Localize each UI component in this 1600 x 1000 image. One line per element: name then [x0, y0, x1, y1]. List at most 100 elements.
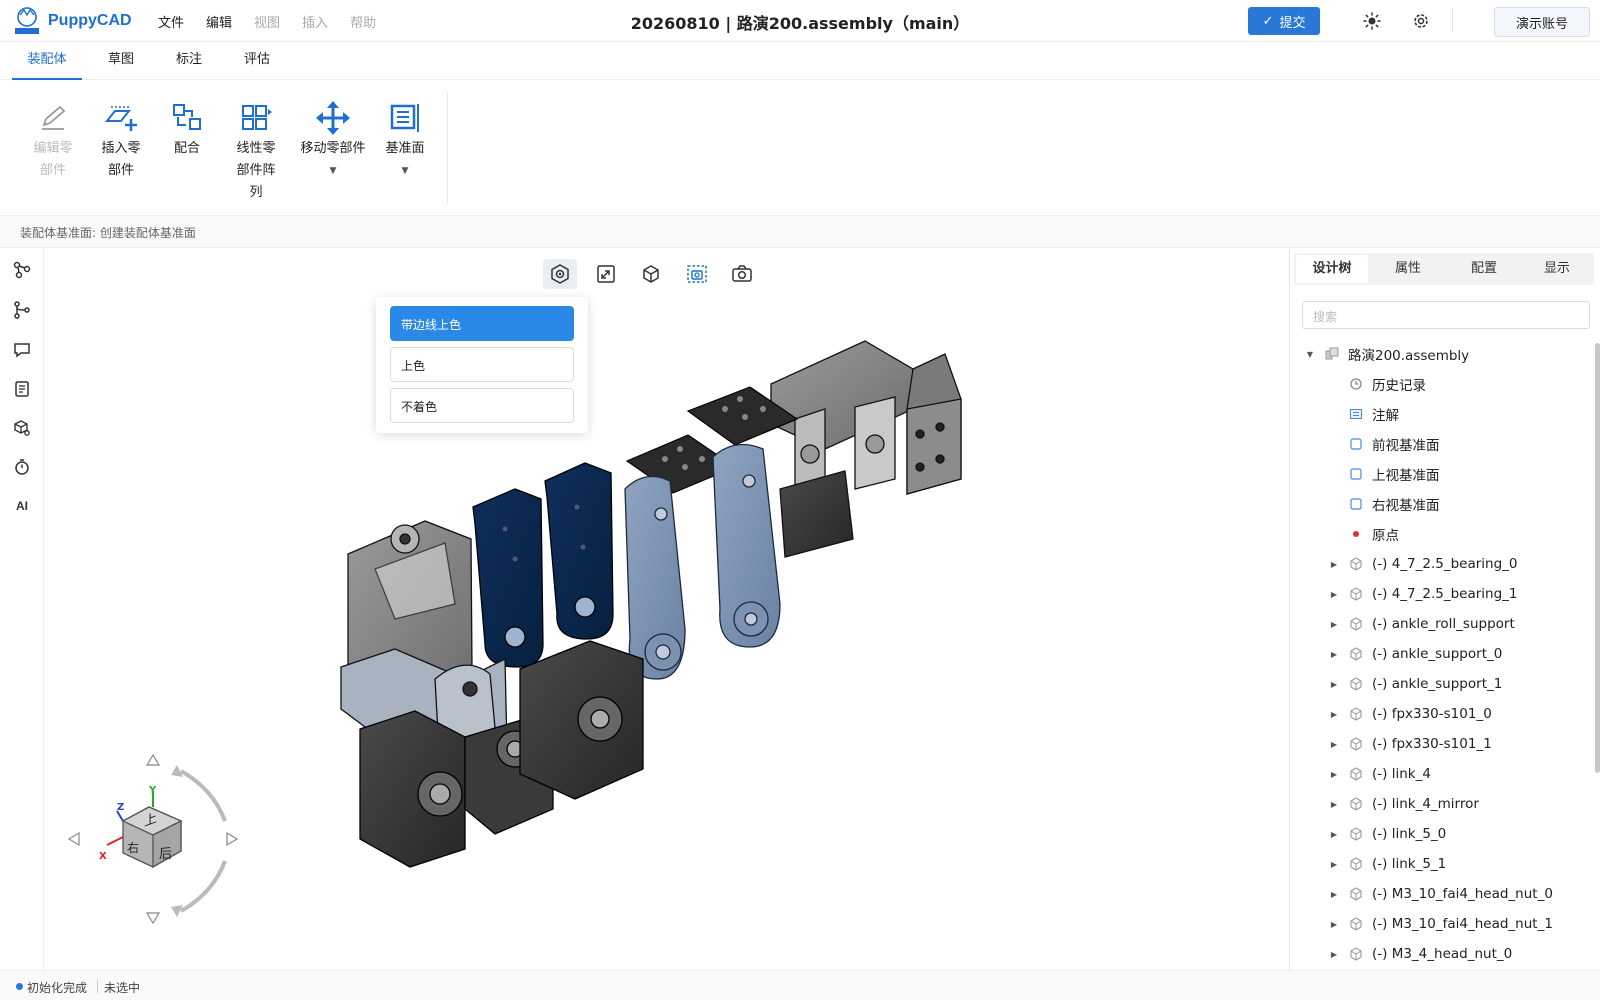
tree-part-item[interactable]: ▶ (-) link_5_1 — [1328, 853, 1446, 875]
tree-item-right-plane[interactable]: 右视基准面 — [1348, 493, 1440, 515]
tree-part-item[interactable]: ▶ (-) 4_7_2.5_bearing_1 — [1328, 583, 1518, 605]
tree-part-item[interactable]: ▶ (-) 4_7_2.5_bearing_0 — [1328, 553, 1518, 575]
menu-view[interactable]: 视图 — [254, 12, 280, 31]
tree-part-item[interactable]: ▶ (-) M3_10_fai4_head_nut_1 — [1328, 913, 1553, 935]
3d-viewport[interactable]: 带边线上色 上色 不着色 上 后 右 X Y Z — [45, 249, 1286, 970]
edit-part-label: 编辑零部件 — [33, 141, 73, 178]
status-indicator-icon — [16, 983, 23, 990]
part-component-icon — [1348, 676, 1364, 692]
link-4-parts[interactable] — [472, 462, 614, 668]
tree-part-item[interactable]: ▶ (-) M3_4_head_nut_0 — [1328, 943, 1512, 965]
tree-item-label: 原点 — [1372, 528, 1399, 544]
expand-arrow-icon[interactable]: ▶ — [1328, 560, 1340, 569]
tab-display[interactable]: 显示 — [1522, 255, 1592, 283]
expand-arrow-icon[interactable]: ▶ — [1328, 740, 1340, 749]
collapse-arrow-icon[interactable]: ▼ — [1304, 350, 1316, 359]
expand-arrow-icon[interactable]: ▶ — [1328, 770, 1340, 779]
tree-part-item[interactable]: ▶ (-) link_4_mirror — [1328, 793, 1479, 815]
move-part-label: 移动零部件 — [300, 141, 366, 156]
tree-item-label: 上视基准面 — [1372, 468, 1440, 484]
expand-arrow-icon[interactable]: ▶ — [1328, 830, 1340, 839]
expand-arrow-icon[interactable]: ▶ — [1328, 710, 1340, 719]
selection-status: 未选中 — [104, 981, 141, 995]
tree-item-front-plane[interactable]: 前视基准面 — [1348, 433, 1440, 455]
view-navigation-cube[interactable]: 上 后 右 X Y Z — [63, 749, 253, 929]
linear-pattern-button[interactable]: 线性零部件阵列 — [232, 98, 280, 204]
menu-help[interactable]: 帮助 — [350, 12, 376, 31]
tab-configuration[interactable]: 配置 — [1448, 255, 1520, 283]
document-list-icon[interactable] — [10, 377, 34, 401]
expand-arrow-icon[interactable]: ▶ — [1328, 620, 1340, 629]
tree-part-item[interactable]: ▶ (-) ankle_support_1 — [1328, 673, 1502, 695]
mate-label: 配合 — [173, 141, 200, 156]
part-search-cube-icon[interactable] — [10, 416, 34, 440]
tab-annotation[interactable]: 标注 — [158, 42, 220, 80]
tree-part-item[interactable]: ▶ (-) fpx330-s101_0 — [1328, 703, 1492, 725]
timer-icon[interactable] — [10, 455, 34, 479]
tree-item-annotations[interactable]: 注解 — [1348, 403, 1399, 425]
tree-part-label: (-) link_5_1 — [1372, 856, 1447, 872]
header-divider — [1452, 8, 1453, 32]
insert-part-label: 插入零部件 — [101, 141, 141, 178]
tree-root-assembly[interactable]: ▼ 路演200.assembly — [1304, 343, 1469, 365]
datum-plane-button[interactable]: 基准面 ▼ — [382, 98, 428, 182]
move-part-dropdown-caret-icon[interactable]: ▼ — [296, 160, 370, 182]
settings-gear-icon[interactable] — [1409, 9, 1433, 33]
tree-item-origin[interactable]: 原点 — [1348, 523, 1399, 545]
tree-part-label: (-) link_4 — [1372, 766, 1431, 782]
nav-cube-front-face[interactable]: 后 — [159, 843, 172, 862]
expand-arrow-icon[interactable]: ▶ — [1328, 800, 1340, 809]
tree-search-input[interactable]: 搜索 — [1302, 301, 1590, 329]
nav-cube-graphic — [67, 753, 239, 925]
ai-assistant-button[interactable]: AI — [10, 494, 34, 518]
app-logo[interactable]: PuppyCAD — [12, 6, 132, 36]
part-component-icon — [1348, 916, 1364, 932]
expand-arrow-icon[interactable]: ▶ — [1328, 590, 1340, 599]
tree-scrollbar[interactable] — [1595, 343, 1600, 773]
expand-arrow-icon[interactable]: ▶ — [1328, 860, 1340, 869]
tab-properties[interactable]: 属性 — [1372, 255, 1444, 283]
annotation-icon — [1348, 406, 1364, 422]
expand-arrow-icon[interactable]: ▶ — [1328, 890, 1340, 899]
tree-item-history[interactable]: 历史记录 — [1348, 373, 1426, 395]
tree-part-label: (-) link_5_0 — [1372, 826, 1447, 842]
tab-assembly[interactable]: 装配体 — [12, 42, 82, 80]
assembly-structure-icon[interactable] — [10, 258, 34, 282]
ankle-roll-support-part[interactable] — [770, 340, 962, 558]
datum-plane-dropdown-caret-icon[interactable]: ▼ — [382, 160, 428, 182]
ribbon-toolbar: 编辑零部件 插入零部件 配合 线性零部件阵列 移动零部件 ▼ 基准面 ▼ — [0, 80, 1600, 216]
expand-arrow-icon[interactable]: ▶ — [1328, 650, 1340, 659]
tree-part-item[interactable]: ▶ (-) ankle_support_0 — [1328, 643, 1502, 665]
tree-part-item[interactable]: ▶ (-) fpx330-s101_1 — [1328, 733, 1492, 755]
branch-icon[interactable] — [10, 298, 34, 322]
menu-insert[interactable]: 插入 — [302, 12, 328, 31]
comment-icon[interactable] — [10, 338, 34, 362]
tree-part-item[interactable]: ▶ (-) link_5_0 — [1328, 823, 1446, 845]
expand-arrow-icon[interactable]: ▶ — [1328, 680, 1340, 689]
mate-button[interactable]: 配合 — [166, 98, 208, 160]
part-component-icon — [1348, 706, 1364, 722]
axis-x-label: X — [99, 851, 107, 862]
tree-part-item[interactable]: ▶ (-) link_4 — [1328, 763, 1431, 785]
menu-file[interactable]: 文件 — [158, 12, 184, 31]
menu-edit[interactable]: 编辑 — [206, 12, 232, 31]
edit-part-button[interactable]: 编辑零部件 — [28, 98, 78, 182]
tab-evaluate[interactable]: 评估 — [226, 42, 288, 80]
submit-button[interactable]: ✓ 提交 — [1248, 7, 1320, 35]
expand-arrow-icon[interactable]: ▶ — [1328, 950, 1340, 959]
tree-root-label: 路演200.assembly — [1348, 348, 1470, 364]
part-component-icon — [1348, 886, 1364, 902]
tab-design-tree[interactable]: 设计树 — [1296, 255, 1368, 283]
tab-sketch[interactable]: 草图 — [90, 42, 152, 80]
tree-part-item[interactable]: ▶ (-) M3_10_fai4_head_nut_0 — [1328, 883, 1553, 905]
account-button[interactable]: 演示账号 — [1494, 7, 1590, 37]
datum-plane-icon — [382, 98, 428, 138]
tree-part-item[interactable]: ▶ (-) ankle_roll_support — [1328, 613, 1515, 635]
expand-arrow-icon[interactable]: ▶ — [1328, 920, 1340, 929]
theme-toggle-sun-icon[interactable] — [1360, 9, 1384, 33]
insert-part-button[interactable]: 插入零部件 — [96, 98, 146, 182]
ribbon-divider — [447, 92, 448, 204]
nav-cube-side-face[interactable]: 右 — [127, 839, 139, 856]
tree-item-top-plane[interactable]: 上视基准面 — [1348, 463, 1440, 485]
move-part-button[interactable]: 移动零部件 ▼ — [296, 98, 370, 182]
